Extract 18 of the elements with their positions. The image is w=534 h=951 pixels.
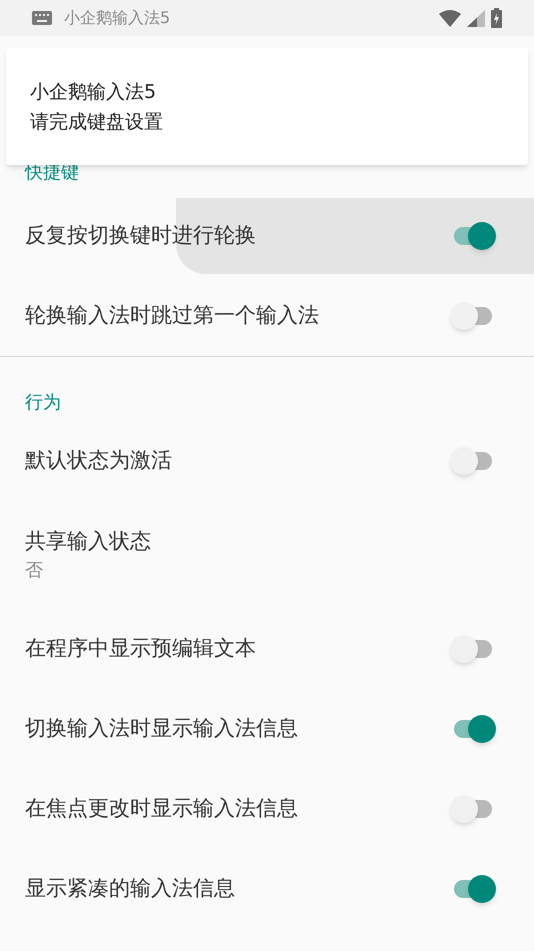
setting-value: 否 [25,559,44,584]
setting-label: 默认状态为激活 [25,447,172,474]
notification-app-name: 小企鹅输入法5 [64,7,170,29]
keyboard-icon [32,11,52,25]
setting-label: 显示紧凑的输入法信息 [25,875,235,902]
setting-label: 切换输入法时显示输入法信息 [25,715,298,742]
setting-label: 共享输入状态 [25,528,151,555]
section-heading: 行为 [25,392,61,413]
setting-label: 在焦点更改时显示输入法信息 [25,795,298,822]
setting-label: 反复按切换键时进行轮换 [25,222,256,250]
setting-label: 轮换输入法时跳过第一个输入法 [25,302,319,330]
wifi-icon [439,10,461,26]
section-heading: 快捷键 [25,160,79,184]
toast-message: 请完成键盘设置 [30,110,164,134]
setting-label: 在程序中显示预编辑文本 [25,635,256,662]
signal-icon [467,10,485,26]
toast-message: 小企鹅输入法5 [30,80,158,104]
battery-charging-icon [491,8,502,28]
